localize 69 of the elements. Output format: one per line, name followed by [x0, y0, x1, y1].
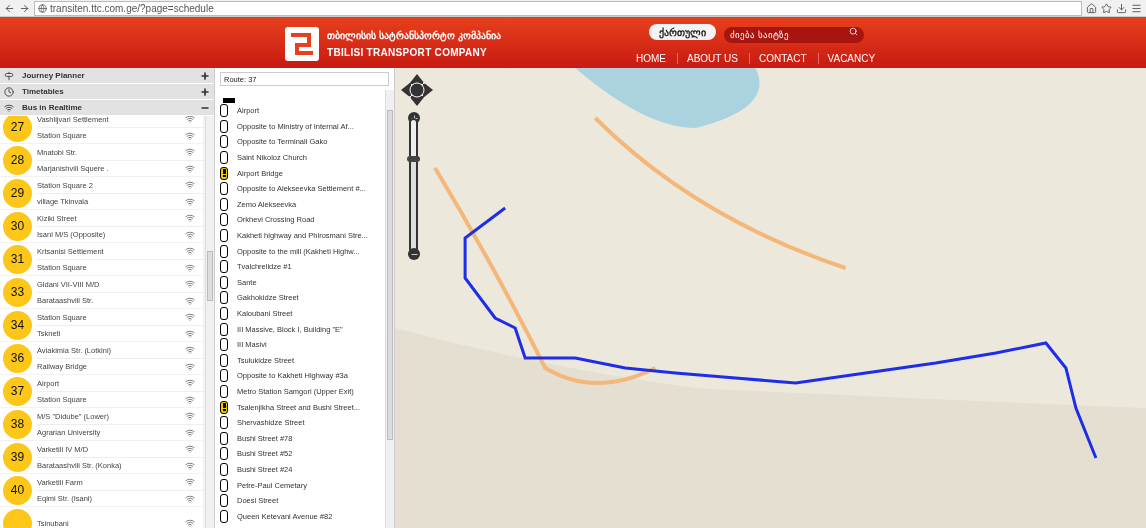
- forward-icon[interactable]: [19, 2, 30, 14]
- nav-link[interactable]: HOME: [627, 53, 675, 64]
- route-number: 29: [3, 178, 32, 208]
- download-icon[interactable]: [1116, 2, 1127, 14]
- wifi-icon[interactable]: [185, 345, 195, 355]
- star-icon[interactable]: [1101, 2, 1112, 14]
- route-number: 33: [3, 277, 32, 307]
- wifi-icon[interactable]: [185, 411, 195, 421]
- wifi-icon[interactable]: [185, 246, 195, 256]
- route-number: 38: [3, 409, 32, 439]
- search-field[interactable]: ძიება საიტზე: [724, 27, 864, 43]
- route-number: 37: [3, 376, 32, 406]
- route-number: 31: [3, 244, 32, 274]
- zoom-slider-thumb[interactable]: [407, 156, 420, 163]
- wifi-icon[interactable]: [185, 493, 195, 504]
- wifi-icon[interactable]: [185, 477, 195, 487]
- wifi-icon[interactable]: [185, 378, 195, 388]
- route-number: 36: [3, 343, 32, 373]
- expand-icon[interactable]: [200, 70, 210, 81]
- company-name-georgian: თბილისის სატრანსპორტო კომპანია: [327, 30, 501, 41]
- wifi-icon: [4, 102, 14, 113]
- route-number: 27: [3, 116, 32, 142]
- wifi-icon[interactable]: [185, 262, 195, 273]
- route-number: 30: [3, 211, 32, 241]
- wifi-icon[interactable]: [185, 130, 195, 141]
- wifi-icon[interactable]: [185, 229, 195, 240]
- wifi-icon[interactable]: [185, 180, 195, 190]
- nav-link[interactable]: VACANCY: [817, 53, 885, 64]
- nav-link[interactable]: ABOUT US: [677, 53, 747, 64]
- route-number: 39: [3, 442, 32, 472]
- accordion-header[interactable]: Journey Planner: [0, 68, 214, 84]
- route-number: 28: [3, 145, 32, 175]
- wifi-icon[interactable]: [185, 444, 195, 454]
- wifi-icon[interactable]: [185, 328, 195, 339]
- wifi-icon[interactable]: [185, 427, 195, 438]
- logo-icon: [285, 27, 319, 61]
- scrollbar[interactable]: [205, 116, 214, 528]
- expand-icon[interactable]: [200, 86, 210, 97]
- wifi-icon[interactable]: [185, 147, 195, 157]
- road-sign-icon: [4, 70, 14, 81]
- terminal-icon: [223, 98, 235, 103]
- wifi-icon[interactable]: [185, 394, 195, 405]
- wifi-icon[interactable]: [185, 213, 195, 223]
- wifi-icon[interactable]: [185, 116, 195, 124]
- wifi-icon[interactable]: [185, 196, 195, 207]
- wifi-icon[interactable]: [185, 295, 195, 306]
- home-icon[interactable]: [1086, 2, 1097, 14]
- wifi-icon[interactable]: [185, 279, 195, 289]
- search-icon[interactable]: [849, 27, 858, 36]
- back-icon[interactable]: [4, 2, 15, 14]
- wifi-icon[interactable]: [185, 518, 195, 528]
- clock-icon: [4, 86, 14, 97]
- pan-control-icon[interactable]: [399, 72, 435, 108]
- route-number: 34: [3, 310, 32, 340]
- route-number: 40: [3, 475, 32, 505]
- wifi-icon[interactable]: [185, 361, 195, 372]
- wifi-icon[interactable]: [185, 460, 195, 471]
- wifi-icon[interactable]: [185, 312, 195, 322]
- nav-link[interactable]: CONTACT: [748, 53, 816, 64]
- accordion-header[interactable]: Bus in Realtime: [0, 100, 214, 116]
- url-text: transiten.ttc.com.ge/?page=schedule: [50, 2, 214, 14]
- company-name: TBILISI TRANSPORT COMPANY: [327, 47, 489, 58]
- scrollbar[interactable]: [385, 90, 394, 528]
- address-bar[interactable]: transiten.ttc.com.ge/?page=schedule: [34, 0, 1082, 16]
- language-button[interactable]: ქართული: [649, 24, 716, 40]
- accordion-header[interactable]: Timetables: [0, 84, 214, 100]
- wifi-icon[interactable]: [185, 163, 195, 174]
- menu-icon[interactable]: [1131, 2, 1142, 14]
- globe-icon: [38, 3, 47, 13]
